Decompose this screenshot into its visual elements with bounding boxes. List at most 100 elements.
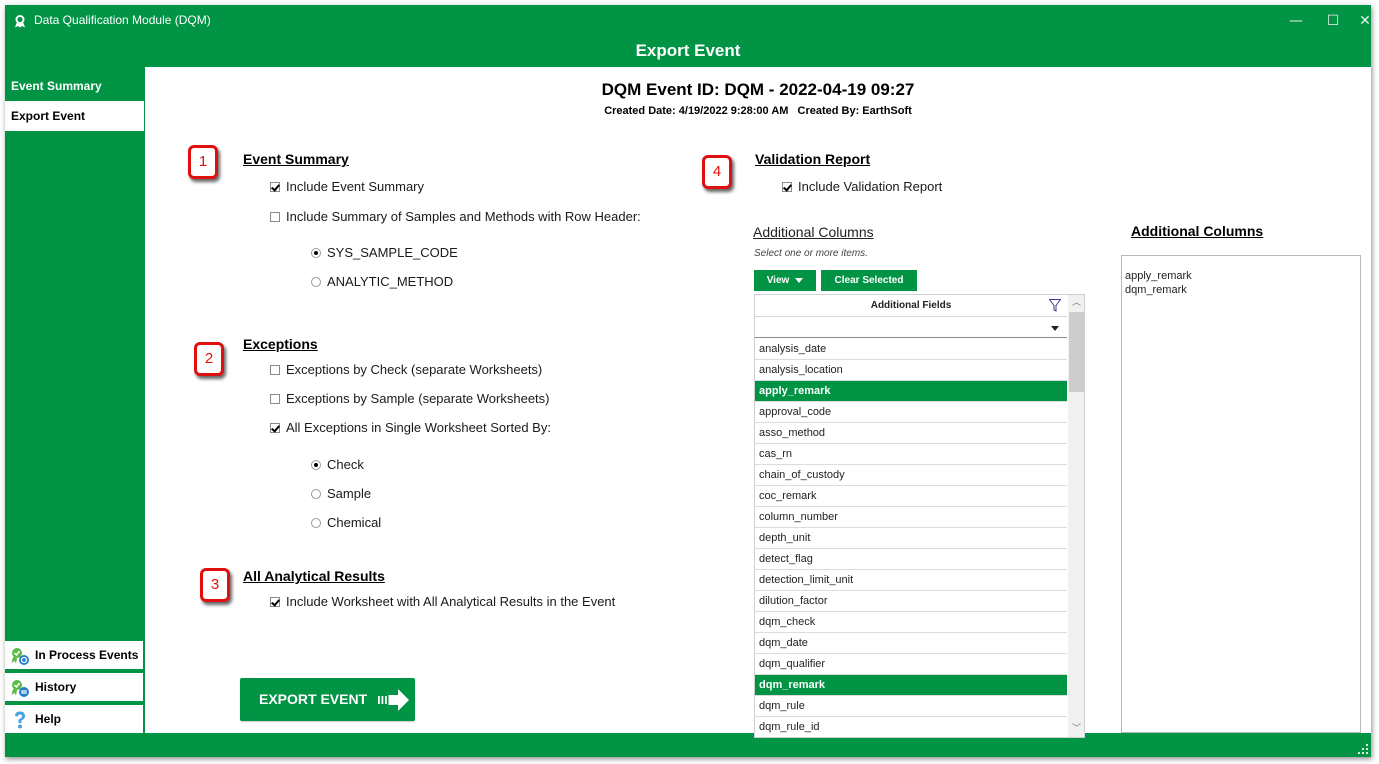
created-date: Created Date: 4/19/2022 9:28:00 AM: [604, 105, 789, 117]
radio-button[interactable]: [311, 276, 321, 287]
dropdown-arrow-icon: [1051, 326, 1059, 331]
grid-row[interactable]: analysis_location: [755, 360, 1067, 381]
maximize-button[interactable]: ☐: [1318, 11, 1348, 31]
include-validation-report-checkbox[interactable]: Include Validation Report: [782, 179, 942, 194]
exceptions-by-check-label: Exceptions by Check (separate Worksheets…: [286, 362, 543, 377]
sidebar: Event Summary Export Event In Process Ev…: [5, 67, 144, 735]
grid-scrollbar[interactable]: ︿ ﹀: [1068, 295, 1084, 737]
app-window: Data Qualification Module (DQM) — ☐ ✕ Ex…: [5, 5, 1371, 757]
sidebar-item-history[interactable]: History: [5, 673, 143, 703]
sidebar-item-help[interactable]: Help: [5, 705, 143, 735]
grid-row[interactable]: dqm_remark: [755, 675, 1067, 696]
sort-radio-chemical[interactable]: Chemical: [311, 515, 381, 530]
include-event-summary-label: Include Event Summary: [286, 179, 425, 194]
grid-row[interactable]: asso_method: [755, 423, 1067, 444]
selected-column-item[interactable]: dqm_remark: [1125, 283, 1360, 297]
grid-row[interactable]: analysis_date: [755, 339, 1067, 360]
grid-row[interactable]: dqm_rule_id: [755, 717, 1067, 737]
help-question-icon: [15, 711, 25, 729]
selected-columns-list[interactable]: apply_remark dqm_remark: [1121, 255, 1361, 733]
radio-button[interactable]: [311, 459, 321, 470]
help-label: Help: [35, 712, 62, 726]
export-event-button[interactable]: EXPORT EVENT: [240, 678, 415, 721]
radio-label: Check: [327, 457, 364, 472]
additional-columns-label: Additional Columns: [753, 224, 874, 240]
grid-row[interactable]: coc_remark: [755, 486, 1067, 507]
sort-radio-sample[interactable]: Sample: [311, 486, 371, 501]
include-validation-report-label: Include Validation Report: [798, 179, 943, 194]
sort-radio-check[interactable]: Check: [311, 457, 364, 472]
include-event-summary-checkbox[interactable]: Include Event Summary: [270, 179, 424, 194]
grid-row[interactable]: detection_limit_unit: [755, 570, 1067, 591]
scroll-up-icon[interactable]: ︿: [1068, 295, 1084, 311]
include-samples-summary-label: Include Summary of Samples and Methods w…: [286, 209, 641, 224]
checkbox-box[interactable]: [782, 181, 792, 192]
in-process-events-icon: [11, 648, 29, 665]
include-analytical-results-checkbox[interactable]: Include Worksheet with All Analytical Re…: [270, 594, 615, 609]
grid-row[interactable]: cas_rn: [755, 444, 1067, 465]
export-event-label: EXPORT EVENT: [259, 691, 368, 707]
grid-row[interactable]: apply_remark: [755, 381, 1067, 402]
grid-row[interactable]: column_number: [755, 507, 1067, 528]
scroll-down-icon[interactable]: ﹀: [1068, 721, 1084, 737]
event-id-heading: DQM Event ID: DQM - 2022-04-19 09:27: [601, 80, 915, 99]
checkbox-box[interactable]: [270, 211, 280, 222]
exceptions-by-sample-label: Exceptions by Sample (separate Worksheet…: [286, 391, 550, 406]
history-label: History: [35, 680, 77, 694]
checkbox-box[interactable]: [270, 393, 280, 404]
app-title: Data Qualification Module (DQM): [34, 13, 211, 27]
grid-row[interactable]: dqm_qualifier: [755, 654, 1067, 675]
radio-label: Chemical: [327, 515, 382, 530]
checkbox-box[interactable]: [270, 422, 280, 433]
clear-selected-button[interactable]: Clear Selected: [821, 270, 917, 291]
include-analytical-results-label: Include Worksheet with All Analytical Re…: [286, 594, 616, 609]
grid-row[interactable]: dqm_date: [755, 633, 1067, 654]
grid-row[interactable]: depth_unit: [755, 528, 1067, 549]
grid-header[interactable]: Additional Fields: [755, 295, 1067, 317]
step-badge-3: 3: [200, 568, 230, 602]
sidebar-item-event-summary[interactable]: Event Summary: [5, 71, 144, 101]
close-button[interactable]: ✕: [1350, 11, 1379, 31]
checkbox-box[interactable]: [270, 181, 280, 192]
title-bar: Data Qualification Module (DQM) — ☐ ✕: [5, 5, 1371, 37]
selected-columns-title: Additional Columns: [1131, 223, 1264, 239]
exceptions-single-sheet-label: All Exceptions in Single Worksheet Sorte…: [286, 420, 551, 435]
radio-button[interactable]: [311, 488, 321, 499]
row-header-radio-analytic-method[interactable]: ANALYTIC_METHOD: [311, 274, 453, 289]
sidebar-item-in-process-events[interactable]: In Process Events: [5, 641, 143, 671]
step-badge-2: 2: [194, 342, 224, 376]
main-content: DQM Event ID: DQM - 2022-04-19 09:27 Cre…: [145, 67, 1371, 738]
minimize-button[interactable]: —: [1281, 11, 1311, 31]
radio-button[interactable]: [311, 247, 321, 258]
event-meta: Created Date: 4/19/2022 9:28:00 AM Creat…: [145, 105, 1371, 117]
section-title-all-analytical-results: All Analytical Results: [243, 568, 385, 584]
select-items-hint: Select one or more items.: [754, 248, 868, 259]
checkbox-box[interactable]: [270, 596, 280, 607]
section-title-event-summary: Event Summary: [243, 151, 349, 167]
include-samples-summary-checkbox[interactable]: Include Summary of Samples and Methods w…: [270, 209, 641, 224]
checkbox-box[interactable]: [270, 364, 280, 375]
grid-row[interactable]: dqm_check: [755, 612, 1067, 633]
grid-row[interactable]: approval_code: [755, 402, 1067, 423]
grid-row[interactable]: chain_of_custody: [755, 465, 1067, 486]
grid-row[interactable]: dqm_rule: [755, 696, 1067, 717]
section-title-exceptions: Exceptions: [243, 336, 318, 352]
selected-column-item[interactable]: apply_remark: [1125, 269, 1360, 283]
filter-icon[interactable]: [1049, 299, 1061, 312]
exceptions-by-sample-checkbox[interactable]: Exceptions by Sample (separate Worksheet…: [270, 391, 550, 406]
grid-header-label: Additional Fields: [870, 300, 952, 311]
radio-label: ANALYTIC_METHOD: [327, 274, 454, 289]
exceptions-by-check-checkbox[interactable]: Exceptions by Check (separate Worksheets…: [270, 362, 542, 377]
scroll-thumb[interactable]: [1069, 312, 1084, 392]
row-header-radio-sys-sample-code[interactable]: SYS_SAMPLE_CODE: [311, 245, 458, 260]
grid-rows: analysis_date analysis_location apply_rema…: [755, 339, 1067, 737]
sidebar-item-export-event[interactable]: Export Event: [5, 101, 144, 131]
grid-row[interactable]: dilution_factor: [755, 591, 1067, 612]
export-arrow-icon: [378, 689, 409, 711]
radio-button[interactable]: [311, 517, 321, 528]
grid-row[interactable]: detect_flag: [755, 549, 1067, 570]
grid-filter-dropdown[interactable]: [755, 317, 1067, 338]
resize-grip-icon[interactable]: [1358, 744, 1368, 754]
exceptions-single-sheet-checkbox[interactable]: All Exceptions in Single Worksheet Sorte…: [270, 420, 551, 435]
view-dropdown-button[interactable]: View: [754, 270, 816, 291]
